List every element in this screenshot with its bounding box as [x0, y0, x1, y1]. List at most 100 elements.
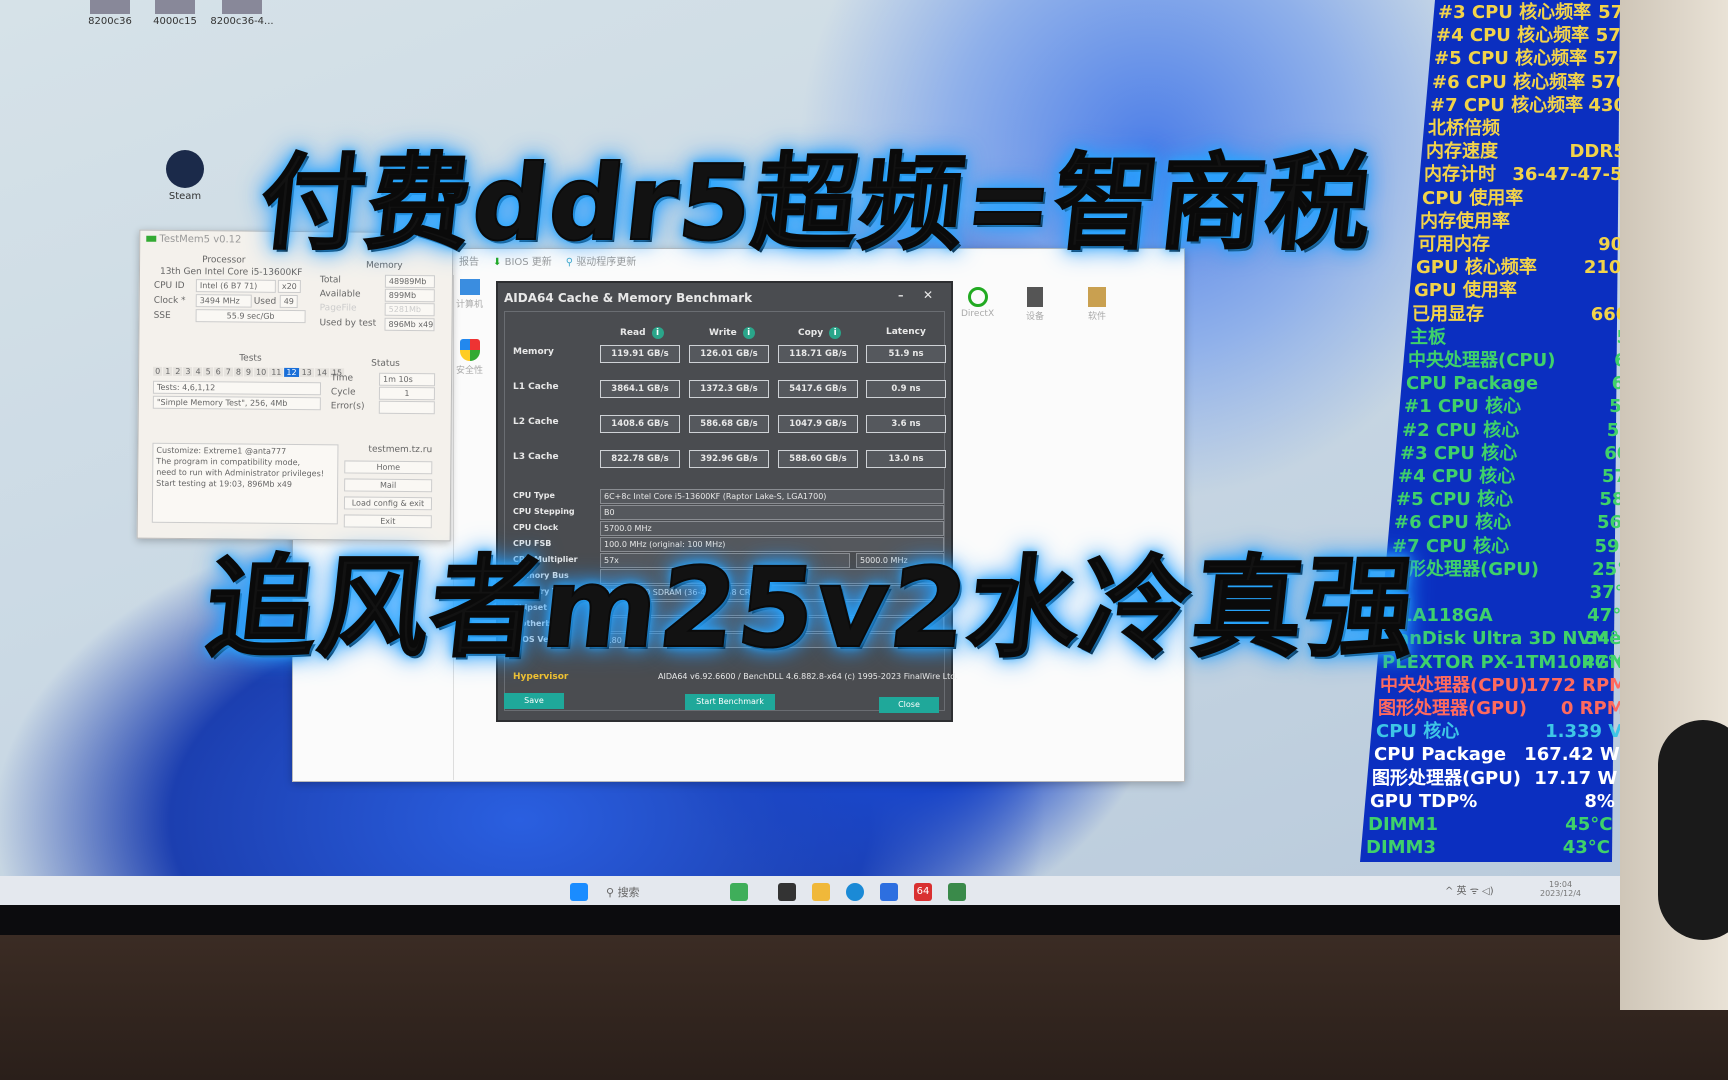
sensor-row: 北桥倍频50x: [1428, 117, 1620, 140]
time-value: 1m 10s: [379, 372, 436, 387]
test-number[interactable]: 12: [284, 367, 299, 378]
dialog-title: AIDA64 Cache & Memory Benchmark: [504, 291, 753, 305]
desktop-icon[interactable]: 8200c36: [75, 0, 145, 27]
sensor-value: 660 MB: [1590, 303, 1620, 325]
tray-icons[interactable]: ^ 英 ᯤ ◁): [1445, 882, 1494, 897]
sensor-value: 5700 MHz: [1593, 48, 1620, 70]
sensor-value: 58°C: [1609, 396, 1620, 418]
clock-label: Clock *: [153, 295, 186, 307]
sensor-row: DIMM1 45°C: [1368, 813, 1612, 836]
log-line: Start testing at 19:03, 896Mb x49: [156, 478, 292, 489]
header-label: Write: [709, 328, 737, 338]
sensor-label: DIMM1: [1368, 814, 1438, 835]
test-number[interactable]: 7: [223, 367, 233, 377]
sensor-value: 167.42 W: [1524, 744, 1620, 766]
start-benchmark-button[interactable]: Start Benchmark: [685, 694, 775, 710]
threads-value: x20: [277, 279, 301, 294]
test-number[interactable]: 0: [153, 366, 163, 376]
sse-label: SSE: [153, 310, 171, 321]
sensor-row: #3 CPU 核心 60°C: [1400, 442, 1620, 465]
test-number[interactable]: 11: [269, 367, 284, 377]
close-button[interactable]: Close: [879, 697, 939, 713]
test-number[interactable]: 6: [213, 367, 223, 377]
save-button[interactable]: Save: [504, 693, 564, 709]
sensor-value: DDR5-8200: [1569, 141, 1620, 163]
icon-software[interactable]: 软件: [1088, 287, 1106, 322]
test-number[interactable]: 2: [173, 366, 183, 377]
header-label: Read: [620, 328, 646, 338]
sensor-row: CPU Package 167.42 W: [1374, 743, 1620, 766]
nav-security[interactable]: 安全性: [456, 339, 483, 376]
sensor-value: 54°C: [1584, 628, 1620, 650]
load-config-exit-button[interactable]: Load config & exit: [343, 496, 433, 511]
info-icon[interactable]: i: [651, 327, 664, 339]
test-number[interactable]: 13: [299, 368, 314, 378]
desktop-icon-steam[interactable]: Steam: [150, 150, 220, 202]
sensor-value: 68°C: [1611, 373, 1620, 395]
close-icon[interactable]: ✕: [923, 288, 933, 302]
status-label: Status: [371, 358, 400, 369]
sensor-value: 0 RPM: [1560, 698, 1620, 719]
test-number[interactable]: 3: [183, 367, 193, 377]
desktop-icon-label: 8200c36: [88, 16, 132, 27]
aida64-icon[interactable]: 64: [914, 883, 932, 901]
folder-icon[interactable]: [812, 883, 830, 901]
test-number[interactable]: 14: [314, 368, 330, 378]
test-selector: 0 1 2 3 4 5 6 7 8 9 10 11 12 13 14 15: [153, 366, 345, 378]
sensor-label: #7 CPU 核心频率: [1430, 94, 1584, 116]
mail-button[interactable]: Mail: [344, 478, 433, 493]
sensor-label: #1 CPU 核心: [1404, 396, 1522, 418]
test-number[interactable]: 10: [254, 367, 269, 377]
used-by-test-label: Used by test: [319, 318, 377, 329]
sensor-row: #2 CPU 核心 56°C: [1402, 419, 1620, 442]
nav-computer[interactable]: 计算机: [456, 279, 483, 310]
desktop-icon[interactable]: 4000c15: [140, 0, 210, 27]
file-icon: [155, 0, 195, 14]
test-number[interactable]: 5: [203, 367, 213, 377]
sensor-label: 图形处理器(GPU): [1378, 698, 1528, 719]
sensor-label: #3 CPU 核心频率: [1438, 2, 1592, 23]
clock[interactable]: 19:04 2023/12/4: [1540, 880, 1581, 898]
speaker: [1620, 0, 1728, 1010]
column-header-latency: Latency: [886, 327, 926, 337]
test-number[interactable]: 4: [193, 367, 203, 377]
sensor-label: #3 CPU 核心: [1400, 442, 1518, 464]
sensor-label: #5 CPU 核心频率: [1434, 48, 1588, 70]
pagefile-label: PageFile: [319, 303, 357, 314]
sensor-row: #5 CPU 核心 58°C: [1396, 488, 1620, 511]
icon-directx[interactable]: DirectX: [961, 287, 994, 319]
site-link[interactable]: testmem.tz.ru: [368, 445, 432, 456]
errors-value: [378, 400, 435, 415]
sensor-row: 中央处理器(CPU) 1772 RPM: [1380, 674, 1620, 697]
sensor-label: 内存计时: [1424, 164, 1496, 186]
desktop-icon[interactable]: 8200c36-4...: [207, 0, 277, 27]
sensor-value: 17.17 W: [1534, 767, 1618, 789]
test-number[interactable]: 1: [163, 366, 173, 376]
home-button[interactable]: Home: [344, 460, 433, 475]
info-icon[interactable]: i: [742, 327, 755, 339]
app-icon[interactable]: [880, 883, 898, 901]
result-value: 1372.3 GB/s: [689, 380, 769, 398]
sensor-row: #7 CPU 核心59°C: [1392, 535, 1620, 558]
taskbar-search[interactable]: ⚲ 搜索: [606, 884, 640, 900]
info-icon[interactable]: i: [829, 327, 842, 339]
test-number[interactable]: 8: [233, 367, 243, 377]
result-value: 5417.6 GB/s: [778, 380, 858, 398]
result-value: 392.96 GB/s: [689, 450, 769, 468]
test-description: "Simple Memory Test", 256, 4Mb: [152, 395, 321, 411]
app-icon[interactable]: [730, 883, 748, 901]
terminal-icon[interactable]: [778, 883, 796, 901]
test-number[interactable]: 9: [243, 367, 254, 377]
minimize-button[interactable]: –: [898, 289, 904, 302]
sensor-label: 内存速度: [1426, 141, 1498, 163]
time-label: Time: [331, 373, 354, 384]
icon-devices[interactable]: 设备: [1026, 287, 1044, 322]
testmem-icon[interactable]: [948, 883, 966, 901]
sensor-label: CPU 使用率: [1422, 187, 1524, 209]
windows-start-icon[interactable]: [570, 883, 588, 901]
edge-icon[interactable]: [846, 883, 864, 901]
sensor-label: 内存使用率: [1420, 210, 1510, 232]
result-value: 119.91 GB/s: [600, 345, 680, 363]
available-value: 899Mb: [384, 288, 435, 303]
used-label: Used: [253, 296, 277, 307]
